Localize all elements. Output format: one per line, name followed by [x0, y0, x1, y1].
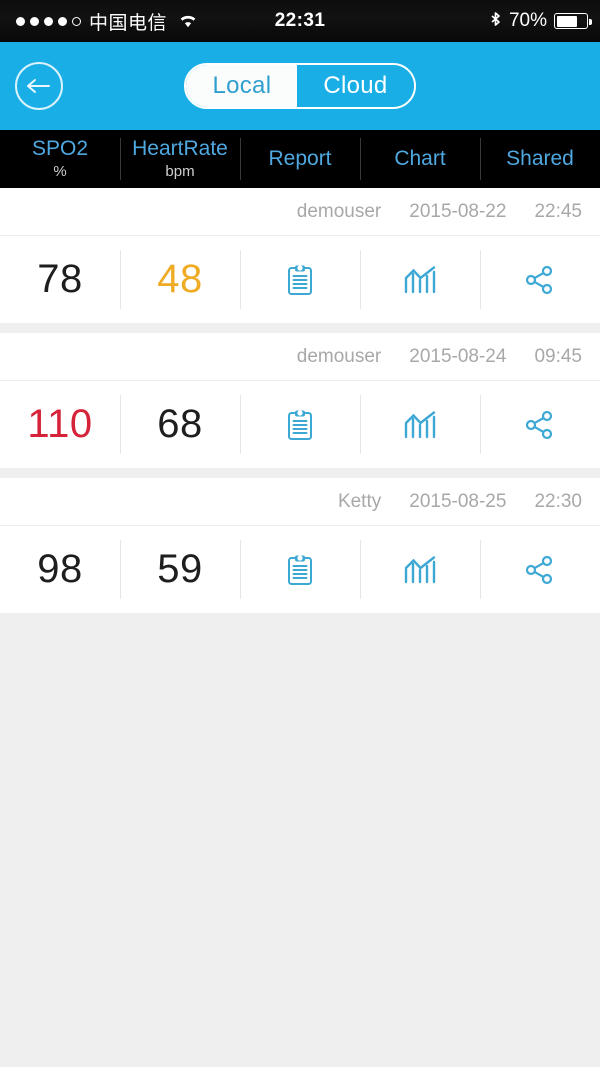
- column-title: HeartRate: [132, 137, 228, 161]
- record-time: 22:30: [534, 490, 582, 512]
- source-segmented-control[interactable]: Local Cloud: [184, 63, 416, 109]
- clipboard-report-icon[interactable]: [285, 553, 315, 587]
- cell-share[interactable]: [480, 381, 600, 468]
- column-header-bar: SPO2 % HeartRate bpm Report Chart Shared: [0, 130, 600, 188]
- cell-report[interactable]: [240, 526, 360, 613]
- bar-chart-icon[interactable]: [403, 409, 437, 441]
- record-user: demouser: [296, 345, 382, 367]
- segment-local[interactable]: Local: [186, 65, 298, 107]
- status-bar: 中国电信 22:31 70%: [0, 0, 600, 42]
- measurement-list: demouser 2015-08-22 22:45 78 48 demouser…: [0, 188, 600, 613]
- record-meta: demouser 2015-08-22 22:45: [0, 188, 600, 236]
- record-values: 98 59: [0, 526, 600, 613]
- column-header-shared[interactable]: Shared: [480, 130, 600, 188]
- column-title: SPO2: [31, 137, 89, 161]
- share-icon[interactable]: [524, 409, 556, 441]
- record-user: Ketty: [337, 490, 382, 512]
- cell-spo2: 78: [0, 236, 120, 323]
- record-user: demouser: [296, 200, 382, 222]
- table-row[interactable]: demouser 2015-08-22 22:45 78 48: [0, 188, 600, 323]
- back-arrow-icon: [27, 79, 50, 93]
- segment-cloud[interactable]: Cloud: [297, 65, 414, 107]
- cell-chart[interactable]: [360, 236, 480, 323]
- column-unit: bpm: [165, 162, 195, 180]
- column-unit: %: [53, 162, 67, 180]
- column-title: Shared: [506, 146, 574, 170]
- share-icon[interactable]: [524, 264, 556, 296]
- cell-chart[interactable]: [360, 381, 480, 468]
- spo2-value: 78: [37, 257, 83, 301]
- spo2-value: 98: [37, 547, 83, 591]
- column-header-heartrate[interactable]: HeartRate bpm: [120, 130, 240, 188]
- column-header-chart[interactable]: Chart: [360, 130, 480, 188]
- cell-share[interactable]: [480, 236, 600, 323]
- heart-rate-value: 48: [157, 257, 203, 301]
- bar-chart-icon[interactable]: [403, 264, 437, 296]
- bar-chart-icon[interactable]: [403, 554, 437, 586]
- cell-share[interactable]: [480, 526, 600, 613]
- cell-spo2: 110: [0, 381, 120, 468]
- column-title: Report: [268, 146, 332, 170]
- clipboard-report-icon[interactable]: [285, 263, 315, 297]
- record-time: 09:45: [534, 345, 582, 367]
- spo2-value: 110: [27, 402, 93, 446]
- cell-report[interactable]: [240, 236, 360, 323]
- clipboard-report-icon[interactable]: [285, 408, 315, 442]
- table-row[interactable]: Ketty 2015-08-25 22:30 98 59: [0, 478, 600, 613]
- cell-report[interactable]: [240, 381, 360, 468]
- record-date: 2015-08-22: [409, 200, 507, 222]
- record-date: 2015-08-25: [409, 490, 507, 512]
- record-values: 78 48: [0, 236, 600, 323]
- record-date: 2015-08-24: [409, 345, 507, 367]
- share-icon[interactable]: [524, 554, 556, 586]
- record-meta: Ketty 2015-08-25 22:30: [0, 478, 600, 526]
- cell-heartrate: 59: [120, 526, 240, 613]
- heart-rate-value: 68: [157, 402, 203, 446]
- back-button[interactable]: [15, 62, 63, 110]
- cell-spo2: 98: [0, 526, 120, 613]
- cell-chart[interactable]: [360, 526, 480, 613]
- column-header-report[interactable]: Report: [240, 130, 360, 188]
- record-meta: demouser 2015-08-24 09:45: [0, 333, 600, 381]
- column-title: Chart: [394, 146, 446, 170]
- battery-icon: [554, 13, 592, 29]
- status-bar-clock: 22:31: [274, 10, 326, 31]
- record-values: 110 68: [0, 381, 600, 468]
- heart-rate-value: 59: [157, 547, 203, 591]
- cell-heartrate: 48: [120, 236, 240, 323]
- cell-heartrate: 68: [120, 381, 240, 468]
- nav-bar: Local Cloud: [0, 42, 600, 130]
- table-row[interactable]: demouser 2015-08-24 09:45 110 68: [0, 333, 600, 468]
- record-time: 22:45: [534, 200, 582, 222]
- column-header-spo2[interactable]: SPO2 %: [0, 130, 120, 188]
